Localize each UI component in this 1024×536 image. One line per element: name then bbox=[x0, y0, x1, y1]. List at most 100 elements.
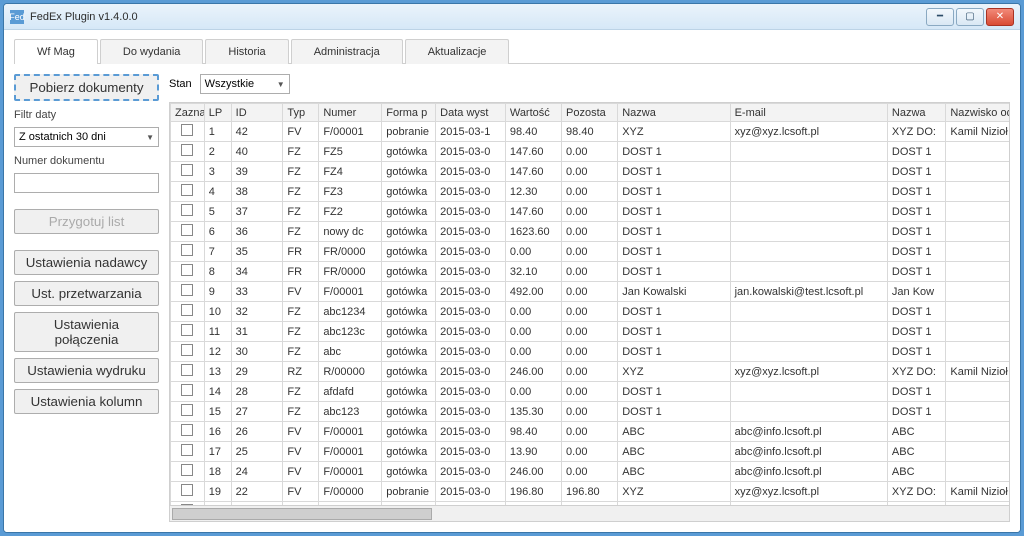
cell-nazw bbox=[946, 162, 1009, 182]
table-row[interactable]: 1428FZafdafdgotówka2015-03-00.000.00DOST… bbox=[171, 382, 1010, 402]
row-checkbox[interactable] bbox=[181, 484, 193, 496]
col-header[interactable]: ID bbox=[231, 104, 283, 122]
cell-lp: 19 bbox=[204, 482, 231, 502]
row-checkbox[interactable] bbox=[181, 244, 193, 256]
tab-dowydania[interactable]: Do wydania bbox=[100, 39, 203, 64]
row-checkbox[interactable] bbox=[181, 384, 193, 396]
cell-id: 33 bbox=[231, 282, 283, 302]
cell-nazw: Kamil Nizioł bbox=[946, 122, 1009, 142]
row-checkbox[interactable] bbox=[181, 404, 193, 416]
col-header[interactable]: Data wyst bbox=[436, 104, 506, 122]
ustawienia-nadawcy-button[interactable]: Ustawienia nadawcy bbox=[14, 250, 159, 275]
row-checkbox[interactable] bbox=[181, 424, 193, 436]
table-row[interactable]: 636FZnowy dcgotówka2015-03-01623.600.00D… bbox=[171, 222, 1010, 242]
row-checkbox[interactable] bbox=[181, 444, 193, 456]
ustawienia-kolumn-button[interactable]: Ustawienia kolumn bbox=[14, 389, 159, 414]
cell-forma: gotówka bbox=[382, 302, 436, 322]
row-checkbox[interactable] bbox=[181, 344, 193, 356]
documents-grid: ZaznaczLPIDTypNumerForma pData wystWarto… bbox=[169, 102, 1010, 522]
row-checkbox[interactable] bbox=[181, 364, 193, 376]
col-header[interactable]: Zaznacz bbox=[171, 104, 205, 122]
table-row[interactable]: 933FVF/00001gotówka2015-03-0492.000.00Ja… bbox=[171, 282, 1010, 302]
tab-aktualizacje[interactable]: Aktualizacje bbox=[405, 39, 510, 64]
row-checkbox[interactable] bbox=[181, 264, 193, 276]
cell-forma: gotówka bbox=[382, 442, 436, 462]
minimize-button[interactable]: ━ bbox=[926, 8, 954, 26]
cell-nazwa: DOST 1 bbox=[618, 342, 730, 362]
cell-email bbox=[730, 222, 887, 242]
cell-nazw bbox=[946, 202, 1009, 222]
cell-nazwa: DOST 1 bbox=[618, 142, 730, 162]
ust-przetwarzania-button[interactable]: Ust. przetwarzania bbox=[14, 281, 159, 306]
col-header[interactable]: Typ bbox=[283, 104, 319, 122]
maximize-button[interactable]: ▢ bbox=[956, 8, 984, 26]
table-row[interactable]: 537FZFZ2gotówka2015-03-0147.600.00DOST 1… bbox=[171, 202, 1010, 222]
cell-poz: 0.00 bbox=[562, 382, 618, 402]
titlebar: Fed FedEx Plugin v1.4.0.0 ━ ▢ ✕ bbox=[4, 4, 1020, 30]
table-row[interactable]: 339FZFZ4gotówka2015-03-0147.600.00DOST 1… bbox=[171, 162, 1010, 182]
table-row[interactable]: 1032FZabc1234gotówka2015-03-00.000.00DOS… bbox=[171, 302, 1010, 322]
stan-value: Wszystkie bbox=[205, 78, 255, 90]
table-row[interactable]: 142FVF/00001pobranie2015-03-198.4098.40X… bbox=[171, 122, 1010, 142]
col-header[interactable]: Forma p bbox=[382, 104, 436, 122]
numer-dokumentu-input[interactable] bbox=[14, 173, 159, 193]
grid-scroll[interactable]: ZaznaczLPIDTypNumerForma pData wystWarto… bbox=[170, 103, 1009, 505]
table-row[interactable]: 735FRFR/0000gotówka2015-03-00.000.00DOST… bbox=[171, 242, 1010, 262]
filtr-daty-select[interactable]: Z ostatnich 30 dni ▼ bbox=[14, 127, 159, 147]
table-row[interactable]: 240FZFZ5gotówka2015-03-0147.600.00DOST 1… bbox=[171, 142, 1010, 162]
cell-numer: FR/0000 bbox=[319, 262, 382, 282]
horizontal-scrollbar[interactable] bbox=[170, 505, 1009, 521]
row-checkbox[interactable] bbox=[181, 464, 193, 476]
row-checkbox[interactable] bbox=[181, 164, 193, 176]
cell-poz: 0.00 bbox=[562, 402, 618, 422]
col-header[interactable]: LP bbox=[204, 104, 231, 122]
table-row[interactable]: 1626FVF/00001gotówka2015-03-098.400.00AB… bbox=[171, 422, 1010, 442]
cell-forma: gotówka bbox=[382, 382, 436, 402]
col-header[interactable]: Numer bbox=[319, 104, 382, 122]
cell-id: 29 bbox=[231, 362, 283, 382]
row-checkbox[interactable] bbox=[181, 124, 193, 136]
cell-numer: FZ4 bbox=[319, 162, 382, 182]
cell-forma: gotówka bbox=[382, 182, 436, 202]
cell-lp: 7 bbox=[204, 242, 231, 262]
cell-data: 2015-03-0 bbox=[436, 482, 506, 502]
cell-wart: 492.00 bbox=[505, 282, 561, 302]
close-button[interactable]: ✕ bbox=[986, 8, 1014, 26]
row-checkbox[interactable] bbox=[181, 224, 193, 236]
tab-historia[interactable]: Historia bbox=[205, 39, 288, 64]
table-row[interactable]: 438FZFZ3gotówka2015-03-012.300.00DOST 1D… bbox=[171, 182, 1010, 202]
table-row[interactable]: 834FRFR/0000gotówka2015-03-032.100.00DOS… bbox=[171, 262, 1010, 282]
table-row[interactable]: 1824FVF/00001gotówka2015-03-0246.000.00A… bbox=[171, 462, 1010, 482]
table-row[interactable]: 1329RZR/00000gotówka2015-03-0246.000.00X… bbox=[171, 362, 1010, 382]
cell-nazwa: DOST 1 bbox=[618, 162, 730, 182]
table-row[interactable]: 1922FVF/00000pobranie2015-03-0196.80196.… bbox=[171, 482, 1010, 502]
cell-lp: 8 bbox=[204, 262, 231, 282]
col-header[interactable]: Pozosta bbox=[562, 104, 618, 122]
row-checkbox[interactable] bbox=[181, 284, 193, 296]
row-checkbox[interactable] bbox=[181, 324, 193, 336]
col-header[interactable]: Nazwa bbox=[618, 104, 730, 122]
scrollbar-thumb[interactable] bbox=[172, 508, 432, 520]
ustawienia-polaczenia-button[interactable]: Ustawienia połączenia bbox=[14, 312, 159, 352]
table-row[interactable]: 1527FZabc123gotówka2015-03-0135.300.00DO… bbox=[171, 402, 1010, 422]
col-header[interactable]: Wartość bbox=[505, 104, 561, 122]
ustawienia-wydruku-button[interactable]: Ustawienia wydruku bbox=[14, 358, 159, 383]
tab-administracja[interactable]: Administracja bbox=[291, 39, 403, 64]
table-row[interactable]: 1131FZabc123cgotówka2015-03-00.000.00DOS… bbox=[171, 322, 1010, 342]
col-header[interactable]: Nazwisko odbior bbox=[946, 104, 1009, 122]
row-checkbox[interactable] bbox=[181, 204, 193, 216]
stan-select[interactable]: Wszystkie ▼ bbox=[200, 74, 290, 94]
col-header[interactable]: Nazwa bbox=[887, 104, 945, 122]
row-checkbox[interactable] bbox=[181, 304, 193, 316]
col-header[interactable]: E-mail bbox=[730, 104, 887, 122]
table-row[interactable]: 1230FZabcgotówka2015-03-00.000.00DOST 1D… bbox=[171, 342, 1010, 362]
cell-poz: 0.00 bbox=[562, 442, 618, 462]
table-row[interactable]: 1725FVF/00001gotówka2015-03-013.900.00AB… bbox=[171, 442, 1010, 462]
cell-numer: FZ3 bbox=[319, 182, 382, 202]
tab-wfmag[interactable]: Wf Mag bbox=[14, 39, 98, 64]
pobierz-dokumenty-button[interactable]: Pobierz dokumenty bbox=[14, 74, 159, 101]
cell-typ: FZ bbox=[283, 402, 319, 422]
row-checkbox[interactable] bbox=[181, 144, 193, 156]
przygotuj-list-button[interactable]: Przygotuj list bbox=[14, 209, 159, 234]
row-checkbox[interactable] bbox=[181, 184, 193, 196]
